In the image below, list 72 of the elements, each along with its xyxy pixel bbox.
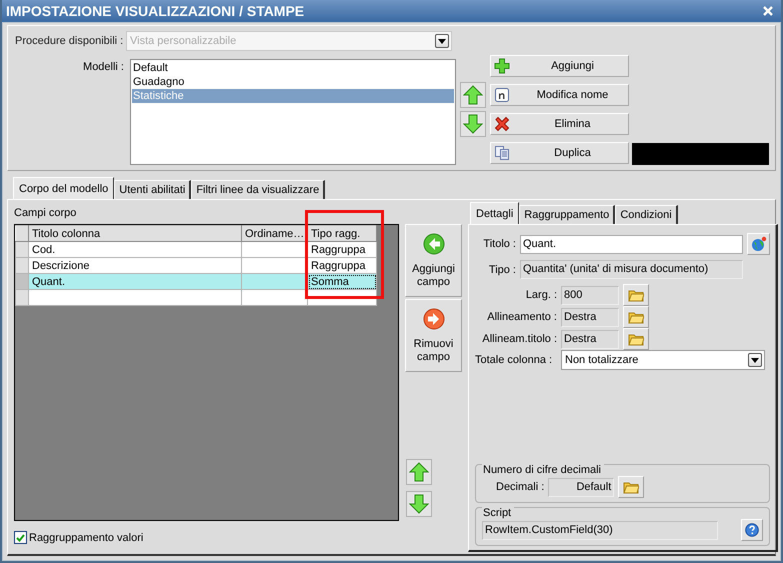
script-field[interactable]: RowItem.CustomField(30) — [482, 520, 718, 540]
move-down-button[interactable] — [406, 491, 432, 517]
folder-icon — [628, 288, 644, 302]
type-field: Quantita' (unita' di misura documento) — [520, 260, 743, 279]
title-field[interactable]: Quant. — [520, 234, 743, 254]
field-label: Modelli : — [82, 61, 125, 73]
folder-button[interactable] — [623, 306, 649, 328]
value-field: Destra — [561, 330, 619, 348]
field-label: Larg. : — [524, 289, 557, 301]
folder-button[interactable] — [623, 284, 649, 306]
tab[interactable]: Dettagli — [470, 202, 520, 224]
globe-icon — [750, 236, 766, 252]
column-header[interactable]: Titolo colonna — [28, 226, 242, 242]
letter-n-icon — [494, 87, 510, 103]
group-title: Script — [482, 506, 514, 520]
model-button[interactable]: Aggiungi — [490, 55, 629, 77]
model-button[interactable]: Modifica nome — [490, 84, 629, 106]
folder-icon — [628, 332, 644, 346]
folder-button[interactable] — [618, 476, 644, 498]
models-list[interactable]: Default Guadagno Statistiche — [130, 59, 456, 165]
down-arrow-icon — [409, 494, 429, 514]
field-label: Procedure disponibili : — [14, 34, 124, 49]
down-arrow-icon — [463, 114, 483, 134]
field-button[interactable]: Rimuovi campo — [405, 299, 462, 372]
list-item[interactable]: Default — [132, 61, 454, 75]
plus-icon — [494, 58, 510, 74]
help-icon — [745, 523, 759, 537]
move-down-button[interactable] — [460, 110, 486, 136]
move-up-button[interactable] — [406, 459, 432, 485]
move-up-button[interactable] — [460, 82, 486, 108]
field-label: Allineamento : — [486, 311, 557, 323]
table-cell: Raggruppa — [308, 242, 376, 258]
folder-icon — [628, 310, 644, 324]
column-header[interactable]: Tipo ragg. — [308, 226, 376, 242]
tab[interactable]: Utenti abilitati — [114, 180, 192, 199]
up-arrow-icon — [409, 462, 429, 482]
value-field: Destra — [561, 308, 619, 326]
globe-button[interactable] — [747, 233, 770, 255]
decimals-field: Default — [548, 478, 614, 496]
close-button[interactable] — [761, 4, 775, 18]
field-label: Allineam.titolo : — [481, 333, 557, 345]
folder-button[interactable] — [623, 328, 649, 350]
model-button[interactable]: Duplica — [490, 142, 629, 164]
field-label: Titolo : — [482, 238, 516, 250]
checkbox[interactable] — [14, 531, 27, 544]
tab[interactable]: Filtri linee da visualizzare — [191, 180, 326, 199]
checkbox-label: Raggruppamento valori — [29, 532, 144, 544]
total-dropdown[interactable]: Non totalizzare — [561, 350, 765, 370]
window-title: IMPOSTAZIONE VISUALIZZAZIONI / STAMPE — [6, 3, 304, 19]
folder-icon — [623, 480, 640, 494]
tab[interactable]: Corpo del modello — [13, 177, 114, 199]
row-header — [16, 226, 28, 242]
field-button[interactable]: Aggiungi campo — [405, 224, 462, 297]
row-header[interactable] — [16, 242, 28, 258]
x-mark-icon — [494, 116, 510, 132]
up-arrow-icon — [463, 84, 483, 104]
section-label: Campi corpo — [14, 206, 78, 220]
table-cell: Quant. — [28, 274, 242, 290]
field-label: Totale colonna : — [475, 354, 554, 366]
documents-icon — [494, 145, 510, 161]
tab[interactable]: Condizioni — [615, 205, 678, 224]
field-label: Decimali : — [496, 481, 544, 493]
field-label: Tipo : — [488, 264, 516, 276]
value-field: 800 — [561, 286, 619, 304]
table-cell: Somma — [308, 274, 376, 290]
table-cell: Cod. — [28, 242, 242, 258]
help-button[interactable] — [741, 519, 763, 541]
column-header[interactable]: Ordiname… — [242, 226, 308, 242]
fields-grid[interactable]: Titolo colonna Ordiname… Tipo ragg. Cod. Raggruppa Descrizione Raggruppa Quant. Somma — [14, 224, 399, 521]
tab[interactable]: Raggruppamento — [519, 205, 616, 224]
list-item[interactable]: Guadagno — [132, 75, 454, 89]
model-button[interactable]: Elimina — [490, 113, 629, 135]
